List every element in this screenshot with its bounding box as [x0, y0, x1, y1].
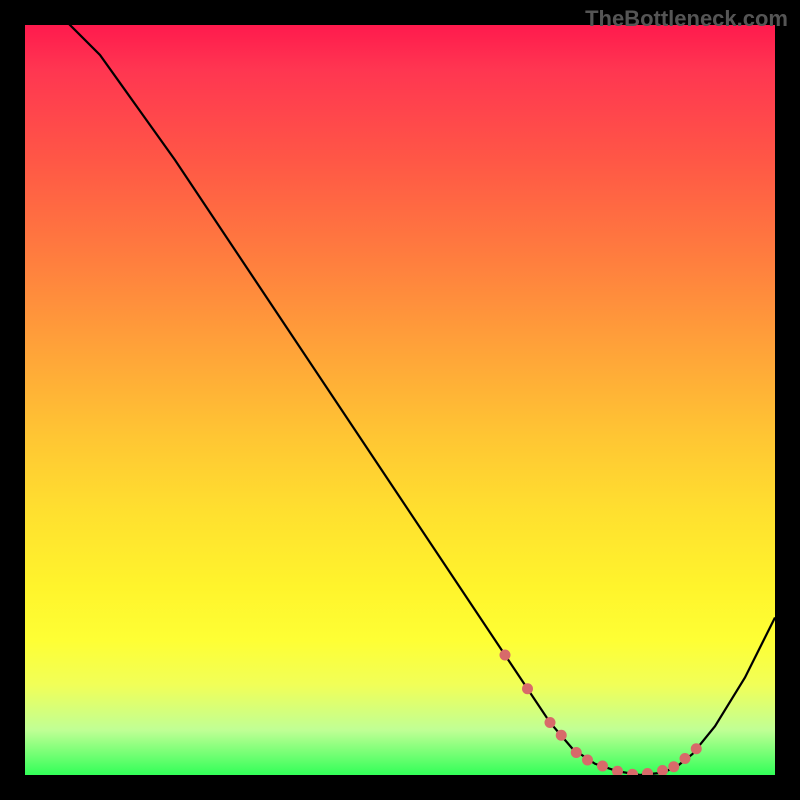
plot-area — [25, 25, 775, 775]
marker-dot — [657, 765, 668, 775]
watermark-text: TheBottleneck.com — [585, 6, 788, 32]
curve-line — [63, 25, 776, 775]
marker-dot — [597, 761, 608, 772]
marker-dot — [545, 717, 556, 728]
marker-dot — [627, 769, 638, 775]
marker-dot — [680, 753, 691, 764]
marker-dot — [691, 743, 702, 754]
marker-dots — [500, 650, 702, 776]
marker-dot — [612, 766, 623, 775]
marker-dot — [642, 768, 653, 775]
chart-svg — [25, 25, 775, 775]
marker-dot — [556, 730, 567, 741]
marker-dot — [522, 683, 533, 694]
marker-dot — [582, 755, 593, 766]
marker-dot — [668, 761, 679, 772]
marker-dot — [500, 650, 511, 661]
marker-dot — [571, 747, 582, 758]
